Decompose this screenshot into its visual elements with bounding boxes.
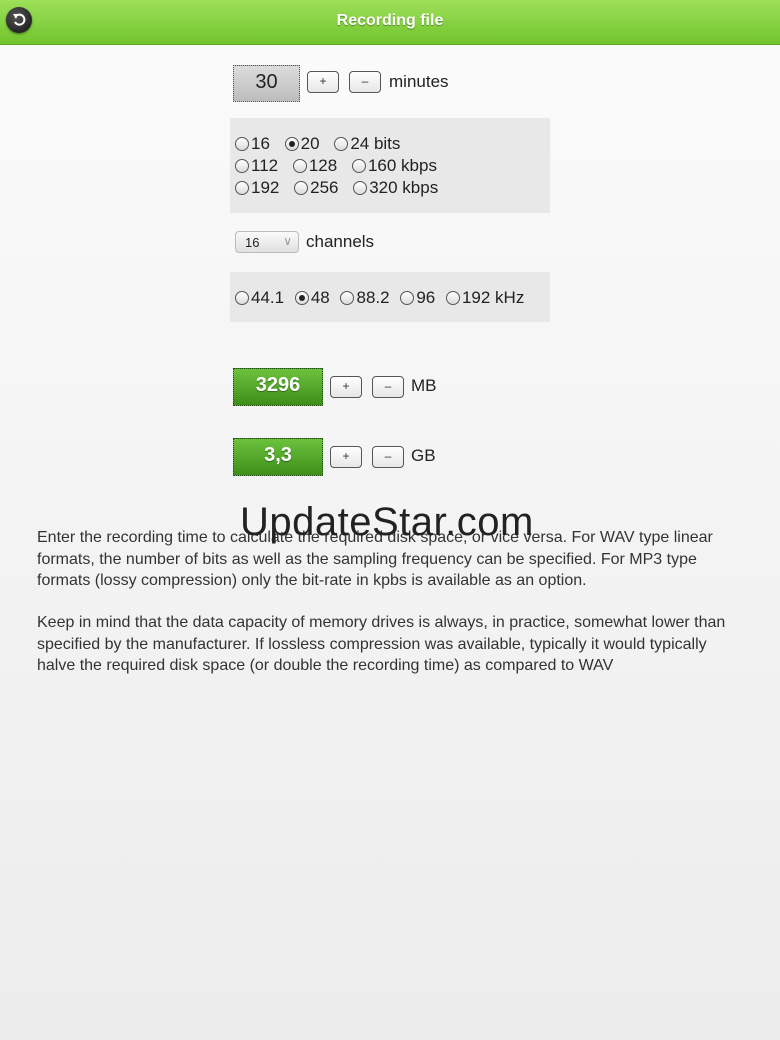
minutes-field[interactable]: 30	[233, 65, 300, 102]
radio-kbps-256[interactable]: 256	[294, 178, 338, 197]
khz-row: 44.1 48 88.2 96 192 kHz	[235, 288, 524, 308]
radio-khz-192[interactable]: 192 kHz	[445, 288, 524, 307]
radio-icon	[445, 291, 460, 305]
radio-icon	[353, 181, 368, 195]
channels-select[interactable]: 16 ∨	[235, 231, 299, 253]
channels-selected-value: 16	[245, 235, 260, 250]
mb-plus-button[interactable]: +	[330, 376, 362, 398]
page-title: Recording file	[336, 12, 444, 29]
radio-icon	[294, 181, 309, 195]
radio-bits-20[interactable]: 20	[284, 134, 320, 153]
size-gb-field[interactable]: 3,3	[233, 438, 323, 476]
gb-plus-button[interactable]: +	[330, 446, 362, 468]
radio-icon	[235, 159, 249, 173]
mb-minus-button[interactable]: –	[372, 376, 404, 398]
radio-khz-48[interactable]: 48	[294, 288, 330, 307]
channels-label: channels	[306, 232, 375, 251]
size-mb-field[interactable]: 3296	[233, 368, 323, 406]
radio-selected-icon	[284, 137, 299, 151]
radio-icon	[235, 137, 249, 151]
radio-khz-88-2[interactable]: 88.2	[340, 288, 390, 307]
radio-kbps-192[interactable]: 192	[235, 178, 279, 197]
top-bar: Recording file	[0, 0, 780, 45]
watermark: UpdateStar.com	[240, 500, 534, 544]
radio-kbps-112[interactable]: 112	[235, 156, 278, 175]
radio-bits-24[interactable]: 24 bits	[334, 134, 400, 153]
gb-unit-label: GB	[411, 446, 436, 465]
radio-bits-16[interactable]: 16	[235, 134, 270, 153]
radio-icon	[400, 291, 415, 305]
radio-khz-96[interactable]: 96	[400, 288, 435, 307]
minutes-plus-button[interactable]: +	[307, 71, 339, 93]
radio-icon	[351, 159, 366, 173]
radio-kbps-128[interactable]: 128	[292, 156, 337, 175]
radio-selected-icon	[294, 291, 309, 305]
minutes-minus-button[interactable]: –	[349, 71, 381, 93]
minutes-unit-label: minutes	[389, 72, 449, 91]
khz-panel: 44.1 48 88.2 96 192 kHz	[230, 272, 550, 322]
description-paragraph-2: Keep in mind that the data capacity of m…	[37, 614, 726, 674]
radio-icon	[292, 159, 307, 173]
radio-icon	[340, 291, 355, 305]
kbps-row-2: 192 256 320 kbps	[235, 178, 448, 198]
chevron-down-icon: ∨	[283, 234, 292, 248]
radio-khz-44-1[interactable]: 44.1	[235, 288, 284, 307]
radio-icon	[334, 137, 349, 151]
gb-minus-button[interactable]: –	[372, 446, 404, 468]
bits-panel: 16 20 24 bits 112 128 160 kbps 192 256 3…	[230, 118, 550, 213]
radio-icon	[235, 291, 249, 305]
radio-kbps-160[interactable]: 160 kbps	[351, 156, 437, 175]
bits-row: 16 20 24 bits	[235, 134, 410, 154]
radio-icon	[235, 181, 249, 195]
radio-kbps-320[interactable]: 320 kbps	[353, 178, 438, 197]
kbps-row-1: 112 128 160 kbps	[235, 156, 447, 176]
mb-unit-label: MB	[411, 376, 437, 395]
